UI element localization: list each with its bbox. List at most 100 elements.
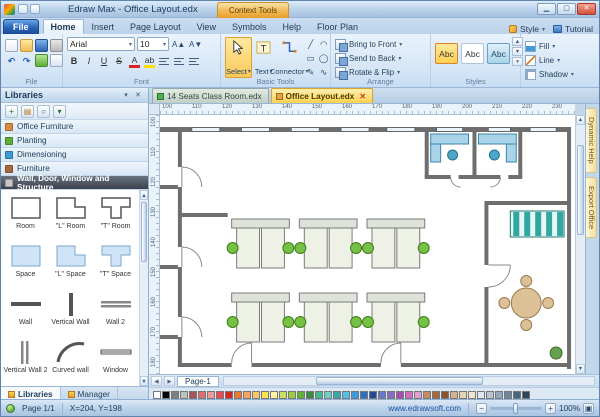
ellipse-tool-icon[interactable]: ◯	[318, 52, 330, 65]
shape-window[interactable]: Window	[93, 336, 138, 384]
library-menu-icon[interactable]: ▾	[53, 104, 66, 118]
color-swatch[interactable]	[360, 390, 368, 399]
scrollbar-thumb[interactable]	[577, 145, 584, 235]
ribbon-tab-symbols[interactable]: Symbols	[224, 19, 275, 34]
line-tool-icon[interactable]: ╱	[305, 38, 317, 51]
floor-plan-drawing[interactable]	[160, 115, 575, 374]
vertical-scrollbar[interactable]: ▲ ▼	[575, 115, 585, 374]
align-center-icon[interactable]	[173, 54, 186, 68]
color-swatch[interactable]	[396, 390, 404, 399]
print-preview-icon[interactable]	[50, 54, 63, 67]
color-swatch[interactable]	[459, 390, 467, 399]
shape-room[interactable]: Room	[3, 192, 48, 240]
open-icon[interactable]	[20, 39, 33, 52]
shape-t-space[interactable]: "T" Space	[93, 240, 138, 288]
color-swatch[interactable]	[297, 390, 305, 399]
color-swatch[interactable]	[234, 390, 242, 399]
library-section-dimensioning[interactable]: Dimensioning	[1, 148, 148, 162]
color-swatch[interactable]	[198, 390, 206, 399]
quick-save-icon[interactable]	[18, 4, 28, 14]
scrollbar-thumb[interactable]	[316, 377, 483, 385]
color-swatch[interactable]	[243, 390, 251, 399]
save-icon[interactable]	[35, 39, 48, 52]
color-swatch[interactable]	[423, 390, 431, 399]
highlight-color-icon[interactable]: ab	[143, 55, 156, 68]
next-page-icon[interactable]: ▶	[164, 376, 175, 386]
color-swatch[interactable]	[270, 390, 278, 399]
color-swatch[interactable]	[405, 390, 413, 399]
library-section-wall-door-window-and-structure[interactable]: Wall, Door, Window and Structure	[1, 174, 148, 192]
color-swatch[interactable]	[189, 390, 197, 399]
zoom-slider-thumb[interactable]	[513, 402, 519, 414]
side-tab-export-office[interactable]: Export Office	[586, 176, 597, 238]
scroll-up-icon[interactable]: ▲	[576, 115, 585, 125]
add-library-icon[interactable]: +	[5, 104, 18, 118]
color-swatch[interactable]	[279, 390, 287, 399]
vertical-ruler[interactable]: 100 110 120 130 140 150 160 170 180	[149, 115, 160, 374]
shape-vertical-wall[interactable]: Vertical Wall	[48, 288, 93, 336]
color-swatch[interactable]	[441, 390, 449, 399]
color-swatch[interactable]	[324, 390, 332, 399]
font-name-combobox[interactable]: Arial ▾	[67, 37, 135, 51]
close-button[interactable]: ✕	[577, 3, 596, 15]
minimize-button[interactable]: ▁	[537, 3, 556, 15]
tutorial-button[interactable]: Tutorial	[552, 24, 593, 34]
drawing-canvas[interactable]	[160, 115, 575, 374]
shape-wall[interactable]: Wall	[3, 288, 48, 336]
color-swatch[interactable]	[153, 390, 161, 399]
b-button[interactable]: B	[67, 54, 81, 68]
align-left-icon[interactable]	[158, 54, 171, 68]
shape-l-room[interactable]: "L" Room	[48, 192, 93, 240]
shadow-button[interactable]: Shadow ▾	[525, 68, 593, 80]
send-to-back-button[interactable]: Send to Back ▾	[335, 52, 426, 66]
page-tab[interactable]: Page-1	[177, 375, 219, 387]
shape-curved-wall[interactable]: Curved wall	[48, 336, 93, 384]
font-color-icon[interactable]: A	[128, 55, 141, 68]
panel-close-icon[interactable]: ✕	[132, 91, 144, 99]
scroll-up-icon[interactable]: ▲	[140, 190, 148, 200]
color-swatch[interactable]	[333, 390, 341, 399]
ribbon-tab-home[interactable]: Home	[42, 19, 84, 34]
color-swatch[interactable]	[495, 390, 503, 399]
color-swatch[interactable]	[351, 390, 359, 399]
ribbon-tab-view[interactable]: View	[189, 19, 224, 34]
zoom-in-icon[interactable]: +	[545, 402, 557, 414]
color-swatch[interactable]	[207, 390, 215, 399]
i-button[interactable]: I	[82, 54, 96, 68]
undo-icon[interactable]: ↶	[5, 54, 18, 67]
print-icon[interactable]	[50, 39, 63, 52]
font-size-combobox[interactable]: 10 ▾	[137, 37, 169, 51]
library-section-planting[interactable]: Planting	[1, 134, 148, 148]
scroll-down-icon[interactable]: ▼	[140, 376, 148, 386]
arc-tool-icon[interactable]: ◠	[318, 38, 330, 51]
horizontal-scrollbar[interactable]	[222, 376, 595, 386]
connector-tool-button[interactable]: Connector ▾	[270, 37, 308, 78]
style-sample-2[interactable]: Abc	[461, 43, 484, 64]
color-swatch[interactable]	[180, 390, 188, 399]
horizontal-ruler[interactable]: 100 110 120 130 140 150 160 170 180 190 200 210 220 2…	[160, 104, 575, 115]
ribbon-tab-floor-plan[interactable]: Floor Plan	[309, 19, 366, 34]
color-swatch[interactable]	[216, 390, 224, 399]
ribbon-tab-page-layout[interactable]: Page Layout	[122, 19, 189, 34]
rectangle-tool-icon[interactable]: ▭	[305, 52, 317, 65]
scroll-down-icon[interactable]: ▼	[576, 364, 585, 374]
fit-page-icon[interactable]: ▣	[583, 402, 594, 414]
color-swatch[interactable]	[504, 390, 512, 399]
color-swatch[interactable]	[513, 390, 521, 399]
zoom-slider[interactable]	[490, 402, 543, 414]
quick-undo-icon[interactable]	[30, 4, 40, 14]
color-swatch[interactable]	[378, 390, 386, 399]
color-swatch[interactable]	[162, 390, 170, 399]
u-button[interactable]: U	[97, 54, 111, 68]
panel-pin-icon[interactable]: ▾	[120, 91, 132, 99]
search-library-icon[interactable]: ○	[37, 104, 50, 118]
side-tab-dynamic-help[interactable]: Dynamic Help	[586, 108, 597, 173]
maximize-button[interactable]: ▢	[557, 3, 576, 15]
scrollbar-thumb[interactable]	[141, 202, 147, 262]
library-section-office-furniture[interactable]: Office Furniture	[1, 120, 148, 134]
color-swatch[interactable]	[261, 390, 269, 399]
shrink-font-button[interactable]: A▼	[188, 37, 203, 51]
color-swatch[interactable]	[522, 390, 530, 399]
shape-t-room[interactable]: "T" Room	[93, 192, 138, 240]
color-swatch[interactable]	[486, 390, 494, 399]
